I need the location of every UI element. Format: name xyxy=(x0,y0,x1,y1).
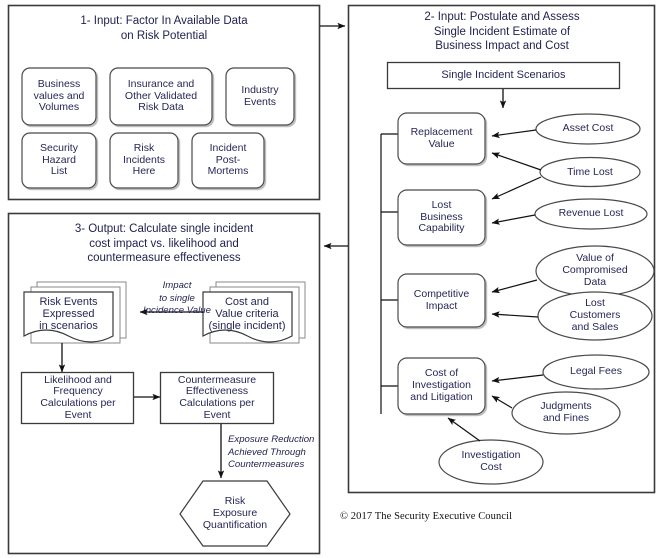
panel-1-title-line-2: on Risk Potential xyxy=(120,29,208,42)
category-box-lost-business-capability[interactable]: Lost Business Capability xyxy=(398,190,485,245)
panel-2-title: 2- Input: Postulate and Assess Single In… xyxy=(356,10,648,54)
panel-2-title-line-2: Single Incident Estimate of xyxy=(433,25,571,38)
process-box-countermeasure-effectiveness[interactable]: Countermeasure Effectiveness Calculation… xyxy=(161,373,273,423)
exposure-label-line-1: Exposure Reduction xyxy=(228,434,315,445)
panel-1-title: 1- Input: Factor In Available Data on Ri… xyxy=(16,14,312,43)
panel-3-title-line-3: countermeasure effectiveness xyxy=(87,252,241,265)
driver-ellipse-time-lost[interactable]: Time Lost xyxy=(540,158,640,187)
category-box-replacement-value[interactable]: Replacement Value xyxy=(398,113,485,164)
driver-ellipse-asset-cost[interactable]: Asset Cost xyxy=(536,114,640,144)
panel-2-title-line-3: Business Impact and Cost xyxy=(435,40,569,53)
panel-3-title-line-2: cost impact vs. likelihood and xyxy=(89,237,239,250)
category-box-competitive-impact[interactable]: Competitive Impact xyxy=(398,274,485,327)
panel-1-title-line-1: 1- Input: Factor In Available Data xyxy=(80,15,248,27)
hexagon-risk-exposure-quantification[interactable]: Risk Exposure Quantification xyxy=(190,490,280,538)
arrow-label-line-2: to single xyxy=(159,292,195,304)
driver-ellipse-value-of-compromised-data[interactable]: Value of Compromised Data xyxy=(536,246,654,296)
driver-ellipse-revenue-lost[interactable]: Revenue Lost xyxy=(535,199,647,229)
exposure-label-line-2: Achieved Through xyxy=(228,446,306,458)
panel-2-title-line-1: 2- Input: Postulate and Assess xyxy=(424,11,580,23)
exposure-label-line-3: Countermeasures xyxy=(228,459,305,471)
arrow-label-line-3: Incidence Value xyxy=(143,305,211,317)
diagram-canvas: 1- Input: Factor In Available Data on Ri… xyxy=(0,0,662,558)
input-box-risk-incidents[interactable]: Risk Incidents Here xyxy=(110,133,178,188)
input-box-industry-events[interactable]: Industry Events xyxy=(226,68,294,125)
copyright-notice: © 2017 The Security Executive Council xyxy=(340,511,513,522)
input-box-incident-post-mortems[interactable]: Incident Post- Mortems xyxy=(192,133,264,188)
single-incident-scenarios-box[interactable]: Single Incident Scenarios xyxy=(388,63,619,88)
input-box-security-hazard-list[interactable]: Security Hazard List xyxy=(22,133,96,188)
input-box-business-values[interactable]: Business values and Volumes xyxy=(22,68,96,125)
arrow-label-line-1: Impact xyxy=(162,280,192,291)
arrow-label-exposure-reduction: Exposure Reduction Achieved Through Coun… xyxy=(228,434,338,472)
driver-ellipse-investigation-cost[interactable]: Investigation Cost xyxy=(439,440,543,484)
process-box-likelihood-frequency[interactable]: Likelihood and Frequency Calculations pe… xyxy=(22,373,134,423)
driver-ellipse-lost-customers-and-sales[interactable]: Lost Customers and Sales xyxy=(538,292,652,340)
driver-ellipse-judgments-and-fines[interactable]: Judgments and Fines xyxy=(512,392,620,434)
arrow-label-impact-to-single-incidence-value: Impact to single Incidence Value xyxy=(138,280,216,318)
input-box-insurance-data[interactable]: Insurance and Other Validated Risk Data xyxy=(110,68,212,125)
category-box-cost-of-investigation[interactable]: Cost of Investigation and Litigation xyxy=(398,358,485,414)
panel-3-title: 3- Output: Calculate single incident cos… xyxy=(16,222,312,266)
driver-ellipse-legal-fees[interactable]: Legal Fees xyxy=(543,355,649,389)
document-risk-events[interactable]: Risk Events Expressed in scenarios xyxy=(24,293,113,335)
panel-3-title-line-1: 3- Output: Calculate single incident xyxy=(74,223,254,235)
